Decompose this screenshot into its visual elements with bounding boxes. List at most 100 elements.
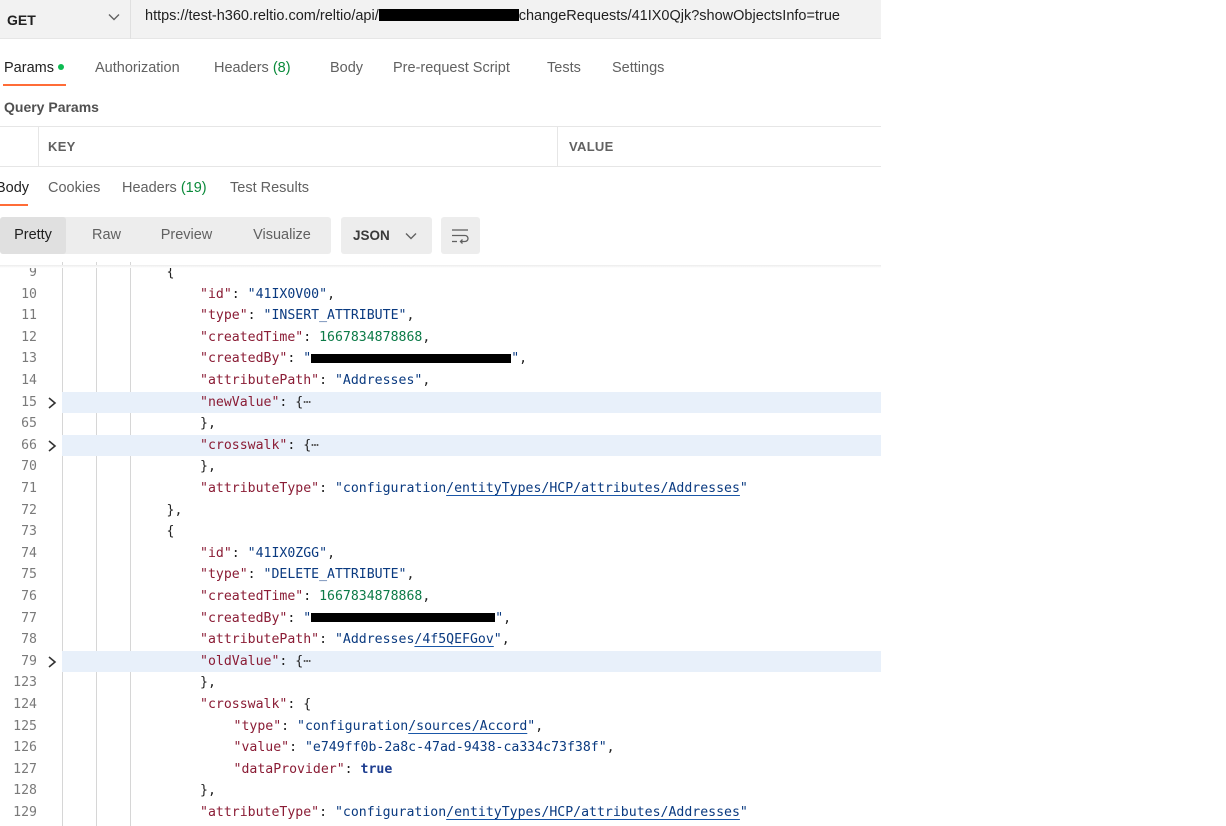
tab-pre-request-script[interactable]: Pre-request Script: [393, 60, 510, 76]
json-key: "attributeType": [200, 481, 320, 496]
json-punctuation: {: [166, 524, 175, 540]
url-input[interactable]: https://test-h360.reltio.com/reltio/api/…: [145, 0, 840, 39]
json-punctuation: : {: [279, 653, 304, 669]
json-punctuation: : {: [287, 437, 312, 453]
tab-headers[interactable]: Headers (8): [214, 60, 291, 76]
chevron-right-icon[interactable]: [46, 439, 58, 453]
json-punctuation: ,: [519, 351, 528, 367]
tab-label: Headers: [122, 180, 177, 196]
line-number: 66: [21, 437, 37, 453]
code-line: 129 "attributeType": "configuration/entit…: [0, 802, 881, 824]
code-text: "dataProvider": true: [234, 759, 393, 781]
tab-label: Test Results: [230, 180, 309, 196]
response-body-editor[interactable]: 9{10 "id": "41IX0V00", 11 "type": "INSERT_A…: [0, 262, 881, 826]
key-header: KEY: [48, 139, 76, 154]
code-text: "crosswalk": {: [200, 694, 311, 716]
json-punctuation: :: [231, 286, 248, 302]
code-text: "type": "configuration/sources/Accord",: [234, 716, 544, 738]
url-bar: GET https://test-h360.reltio.com/reltio/…: [0, 0, 881, 39]
code-text: "newValue": {⋯: [200, 392, 311, 414]
json-string-link: /entityTypes/HCP/attributes/Addresses: [446, 481, 740, 496]
json-punctuation: ,: [606, 740, 615, 756]
response-toolbar: Pretty Raw Preview Visualize JSON: [0, 217, 881, 255]
line-number: 14: [21, 373, 37, 388]
json-string-link: /4f5QEFGov: [414, 632, 494, 648]
view-visualize-button[interactable]: Visualize: [240, 217, 324, 254]
method-select[interactable]: GET: [0, 0, 131, 39]
json-string: ": [495, 610, 504, 626]
json-string: "configuration: [334, 805, 447, 820]
code-text: "oldValue": {⋯: [200, 651, 311, 673]
line-number: 73: [21, 524, 37, 540]
tab-cookies[interactable]: Cookies: [48, 180, 100, 196]
chevron-right-icon[interactable]: [46, 655, 58, 669]
collapsed-ellipsis[interactable]: ⋯: [311, 438, 319, 453]
code-text: },: [200, 413, 216, 435]
tab-settings[interactable]: Settings: [612, 60, 664, 76]
code-line: 77 "createdBy": " ",: [0, 608, 881, 630]
tab-test-results[interactable]: Test Results: [230, 180, 309, 196]
key-column: [38, 127, 558, 166]
line-number: 125: [13, 718, 37, 734]
json-string: ": [511, 351, 520, 367]
chevron-right-icon[interactable]: [46, 396, 58, 410]
json-number: 1667834878868: [319, 589, 423, 604]
json-key: "type": [200, 567, 248, 583]
tab-authorization[interactable]: Authorization: [95, 60, 180, 76]
tab-label: Tests: [547, 60, 581, 76]
json-punctuation: :: [303, 589, 320, 604]
view-preview-button[interactable]: Preview: [147, 217, 226, 254]
code-text: "attributePath": "Addresses",: [200, 370, 430, 392]
json-punctuation: : {: [287, 697, 312, 712]
tab-params[interactable]: Params: [4, 60, 64, 76]
tab-tests[interactable]: Tests: [547, 60, 581, 76]
wrap-lines-button[interactable]: [441, 217, 480, 254]
tab-body[interactable]: Body: [330, 60, 363, 76]
wrap-lines-icon: [452, 229, 469, 244]
json-punctuation: :: [319, 373, 335, 388]
line-number: 15: [21, 394, 37, 410]
line-highlight: [62, 391, 881, 414]
tab-label: Headers: [214, 60, 269, 76]
code-text: "type": "DELETE_ATTRIBUTE",: [200, 564, 414, 586]
code-line: 10 "id": "41IX0V00",: [0, 284, 881, 306]
url-prefix: https://test-h360.reltio.com/reltio/api/: [145, 8, 379, 24]
line-number: 10: [21, 286, 37, 302]
format-select[interactable]: JSON: [341, 217, 432, 254]
chevron-down-icon: [405, 233, 417, 240]
code-line: 123},: [0, 672, 881, 694]
request-tabs: Params Authorization Headers (8) Body Pr…: [0, 52, 881, 88]
json-punctuation: :: [319, 481, 335, 496]
line-number: 13: [21, 351, 37, 367]
postman-request-view: GET https://test-h360.reltio.com/reltio/…: [0, 0, 881, 826]
json-string-link: /entityTypes/HCP/attributes/Addresses: [446, 805, 740, 820]
code-line: 66 "crosswalk": {⋯: [0, 434, 881, 457]
json-string: "configuration: [297, 718, 409, 734]
tab-response-body[interactable]: Body: [0, 180, 29, 196]
json-punctuation: },: [200, 675, 216, 691]
chevron-down-icon: [108, 14, 120, 21]
code-text: "attributeType": "configuration/entityTy…: [200, 802, 748, 824]
json-punctuation: : {: [279, 394, 304, 410]
line-number: 76: [21, 589, 37, 604]
json-punctuation: :: [303, 329, 320, 345]
tab-label: Body: [0, 180, 30, 196]
json-string-link: /sources/Accord: [408, 718, 528, 734]
value-header: VALUE: [569, 139, 614, 154]
json-punctuation: :: [231, 545, 248, 561]
line-number: 127: [13, 761, 37, 777]
code-line: 65},: [0, 413, 881, 435]
json-string: "41IX0ZGG": [247, 545, 328, 561]
view-mode-segment: Pretty Raw Preview Visualize: [0, 217, 331, 254]
tab-response-headers[interactable]: Headers (19): [122, 180, 207, 196]
json-punctuation: ,: [422, 329, 431, 345]
collapsed-ellipsis[interactable]: ⋯: [303, 395, 311, 410]
json-key: "createdTime": [200, 329, 304, 345]
json-punctuation: ,: [503, 610, 512, 626]
code-line: 13 "createdBy": " ",: [0, 348, 881, 370]
code-text: "crosswalk": {⋯: [200, 435, 319, 457]
view-pretty-button[interactable]: Pretty: [0, 217, 66, 254]
view-raw-button[interactable]: Raw: [76, 217, 137, 254]
collapsed-ellipsis[interactable]: ⋯: [303, 654, 311, 669]
redacted-url-segment: [378, 9, 519, 22]
